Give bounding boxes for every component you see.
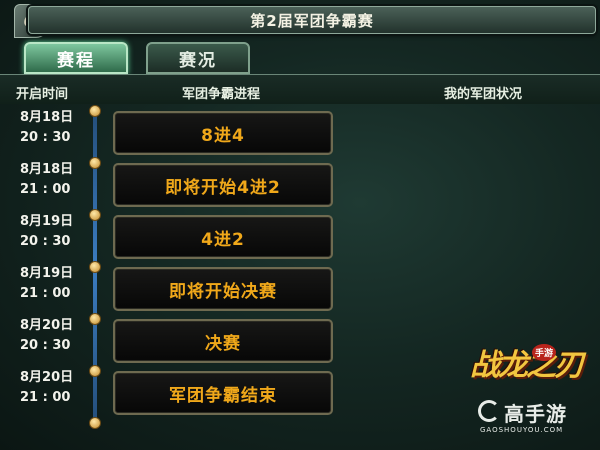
schedule-date-block: 8月20日 20 : 30 [20,316,84,356]
stage-button[interactable]: 即将开始4进2 [113,163,333,207]
tab-schedule-label: 赛程 [57,50,95,71]
tab-status[interactable]: 赛况 [146,42,250,74]
watermark-text: 高手游 [504,402,567,426]
table-header: 开启时间 军团争霸进程 我的军团状况 [0,74,600,104]
schedule-row: 8月19日 20 : 30 4进2 [0,212,340,262]
schedule-date-block: 8月19日 20 : 30 [20,212,84,252]
schedule-date-block: 8月20日 21 : 00 [20,368,84,408]
stage-label: 军团争霸结束 [169,385,277,406]
schedule-date: 8月20日 [20,370,74,385]
stage-label: 决赛 [205,333,241,354]
game-logo-badge: 手游 [531,344,556,361]
schedule-time: 20 : 30 [20,338,71,353]
schedule-date: 8月20日 [20,318,74,333]
stage-label: 8进4 [201,125,245,146]
header-time: 开启时间 [16,87,69,102]
stage-label: 即将开始决赛 [169,281,277,302]
schedule-row: 8月20日 20 : 30 决赛 [0,316,340,366]
stage-button[interactable]: 军团争霸结束 [113,371,333,415]
schedule-time: 20 : 30 [20,234,71,249]
tab-status-label: 赛况 [179,50,217,71]
schedule-row: 8月18日 20 : 30 8进4 [0,108,340,158]
schedule-date-block: 8月18日 21 : 00 [20,160,84,200]
title-bar: 第2届军团争霸赛 [28,6,596,34]
schedule-date: 8月18日 [20,110,74,125]
game-logo: 战龙之刃 手游 [470,340,586,400]
header-progress: 军团争霸进程 [182,87,261,102]
schedule-date: 8月18日 [20,162,74,177]
header-status: 我的军团状况 [444,87,523,102]
schedule-date: 8月19日 [20,214,74,229]
schedule-time: 21 : 00 [20,182,71,197]
schedule-row: 8月19日 21 : 00 即将开始决赛 [0,264,340,314]
schedule-time: 20 : 30 [20,130,71,145]
schedule-date-block: 8月18日 20 : 30 [20,108,84,148]
schedule-time: 21 : 00 [20,286,71,301]
stage-button[interactable]: 4进2 [113,215,333,259]
schedule-row: 8月20日 21 : 00 军团争霸结束 [0,368,340,418]
timeline-dot [89,417,101,429]
watermark-g-icon [478,400,500,422]
watermark-url: GAOSHOUYOU.COM [480,426,564,434]
tab-schedule[interactable]: 赛程 [24,42,128,74]
stage-button[interactable]: 即将开始决赛 [113,267,333,311]
watermark: 高手游 GAOSHOUYOU.COM [478,398,594,438]
stage-label: 4进2 [201,229,245,250]
stage-button[interactable]: 决赛 [113,319,333,363]
schedule-time: 21 : 00 [20,390,71,405]
schedule-date: 8月19日 [20,266,74,281]
window-title: 第2届军团争霸赛 [250,11,374,30]
schedule-date-block: 8月19日 21 : 00 [20,264,84,304]
stage-button[interactable]: 8进4 [113,111,333,155]
stage-label: 即将开始4进2 [165,177,281,198]
schedule-row: 8月18日 21 : 00 即将开始4进2 [0,160,340,210]
game-logo-text: 战龙之刃 [470,348,584,383]
